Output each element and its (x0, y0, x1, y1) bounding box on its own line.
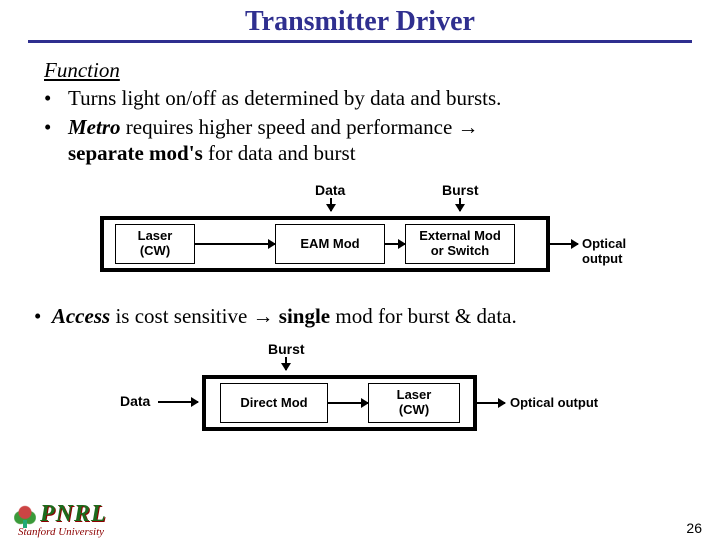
arrow-right-icon (328, 402, 368, 404)
tree-icon (14, 502, 36, 528)
d2-mod-box: Direct Mod (220, 383, 328, 423)
d1-data-label: Data (315, 182, 345, 198)
footer-logo: PNRL Stanford University (14, 501, 107, 538)
bullet-access: • Access is cost sensitive → single mod … (34, 304, 720, 329)
d1-laser-box: Laser (CW) (115, 224, 195, 264)
arrow-right-icon (477, 402, 505, 404)
arrow-down-icon (330, 198, 332, 211)
d2-burst-label: Burst (268, 341, 305, 357)
d2-laser-box: Laser (CW) (368, 383, 460, 423)
arrow-right-icon (195, 243, 275, 245)
d2-output-label: Optical output (510, 395, 598, 410)
body-text: Function • Turns light on/off as determi… (44, 57, 676, 166)
arrow-down-icon (459, 198, 461, 211)
function-heading: Function (44, 57, 676, 83)
bullet-1: • Turns light on/off as determined by da… (44, 85, 676, 111)
title-underline (28, 40, 692, 43)
d1-burst-label: Burst (442, 182, 479, 198)
d1-output-label: Optical output (582, 236, 640, 266)
bullet-2: • Metro requires higher speed and perfor… (44, 114, 676, 167)
d1-eam-box: EAM Mod (275, 224, 385, 264)
arrow-right-icon (385, 243, 405, 245)
slide-title: Transmitter Driver (0, 6, 720, 38)
d1-ext-box: External Mod or Switch (405, 224, 515, 264)
page-number: 26 (686, 520, 702, 536)
arrow-right-icon (550, 243, 578, 245)
diagram-access: Burst Data Direct Mod Laser (CW) Optical… (120, 341, 600, 441)
diagram-metro: Data Burst Laser (CW) EAM Mod External M… (80, 182, 640, 282)
d2-data-label: Data (120, 393, 150, 409)
arrow-down-icon (285, 357, 287, 370)
arrow-right-icon (158, 401, 198, 403)
